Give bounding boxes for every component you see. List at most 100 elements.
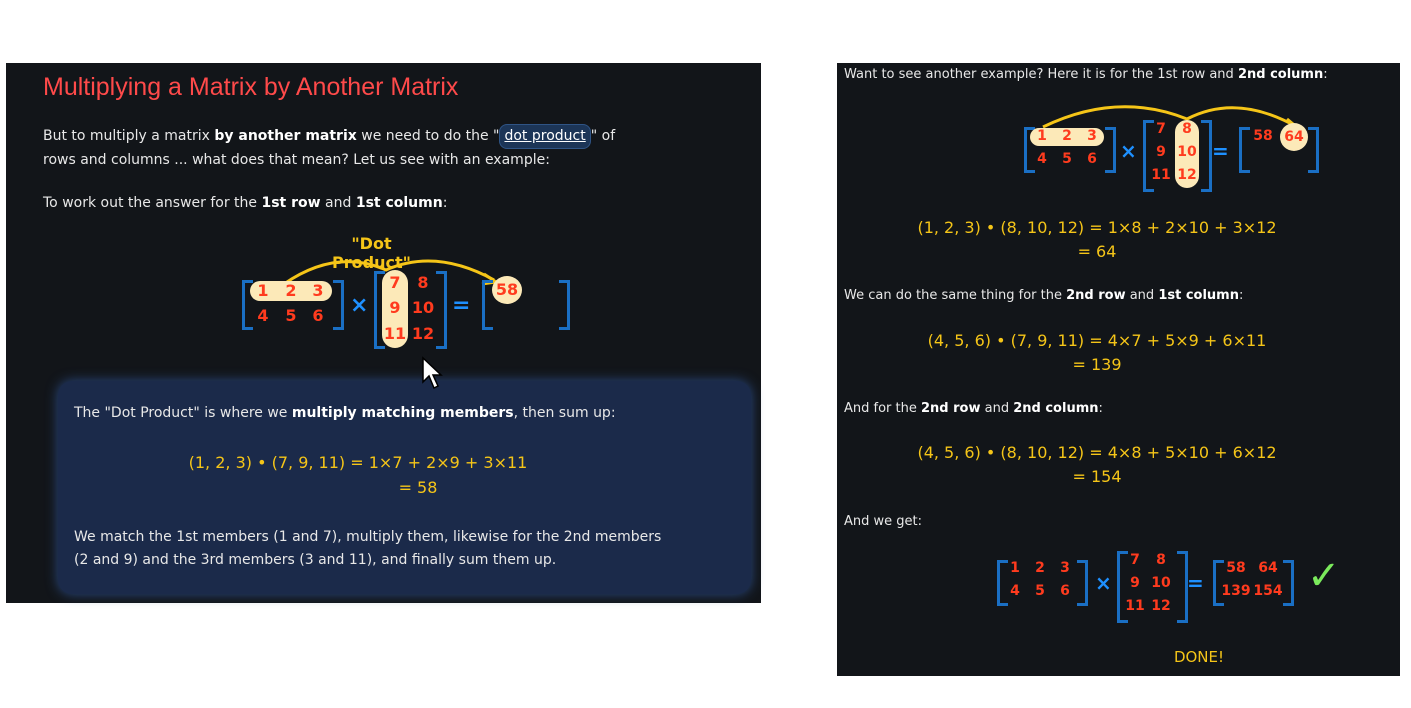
bracket: [1239, 127, 1250, 173]
result-cell: 58: [1253, 128, 1273, 144]
cell: 4: [257, 306, 269, 325]
cell: 2: [1062, 128, 1072, 144]
result-cell: 64: [1280, 123, 1308, 151]
text: rows and columns ... what does that mean…: [43, 152, 550, 168]
equation-result: = 58: [398, 478, 438, 497]
intro-text: But to multiply a matrix by another matr…: [43, 124, 615, 172]
text: we need to do the ": [356, 128, 500, 144]
bold-text: 2nd row: [921, 401, 981, 416]
checkmark-icon: ✓: [1307, 553, 1341, 599]
equation: (4, 5, 6) • (8, 10, 12) = 4×8 + 5×10 + 6…: [917, 443, 1277, 462]
cell: 3: [312, 281, 324, 300]
bold-text: 1st column: [355, 195, 443, 211]
cell: 8: [1156, 552, 1166, 568]
text: Want to see another example? Here it is …: [844, 67, 1238, 82]
work-text: To work out the answer for the 1st row a…: [43, 192, 447, 215]
page-title: Multiplying a Matrix by Another Matrix: [43, 73, 459, 101]
equation-result: = 64: [1077, 242, 1117, 261]
equation: (1, 2, 3) • (7, 9, 11) = 1×7 + 2×9 + 3×1…: [188, 453, 528, 472]
text: , then sum up:: [513, 405, 616, 421]
cell: 5: [1062, 151, 1072, 167]
text: :: [1323, 67, 1328, 82]
text: :: [442, 195, 448, 211]
bracket: [559, 280, 570, 330]
right-panel: Want to see another example? Here it is …: [837, 63, 1400, 676]
done-label: DONE!: [1173, 648, 1225, 666]
cell: 10: [1177, 144, 1197, 160]
bold-text: 1st row: [261, 195, 321, 211]
cell: 9: [1130, 575, 1140, 591]
cell: 3: [1087, 128, 1097, 144]
equation-result: = 154: [1072, 467, 1122, 486]
equals-sign: =: [452, 293, 471, 318]
text: To work out the answer for the: [43, 195, 262, 211]
cell: 6: [1087, 151, 1097, 167]
text: (2 and 9) and the 3rd members (3 and 11)…: [74, 552, 557, 568]
bold-text: 2nd column: [1237, 67, 1324, 82]
cell: 6: [1060, 583, 1070, 599]
bracket: [436, 271, 447, 349]
cell: 11: [1125, 598, 1145, 614]
cell: 4: [1010, 583, 1020, 599]
text: " of: [590, 128, 616, 144]
cell: 3: [1060, 560, 1070, 576]
cell: 9: [1156, 144, 1166, 160]
mouse-cursor-icon: [422, 356, 443, 390]
bold-text: by another matrix: [214, 128, 357, 144]
bracket: [1308, 127, 1319, 173]
result-cell: 139: [1221, 583, 1251, 599]
text: But to multiply a matrix: [43, 128, 215, 144]
cell: 8: [1182, 121, 1192, 137]
dot-product-explanation: The "Dot Product" is where we multiply m…: [58, 381, 751, 594]
cell: 7: [1156, 121, 1166, 137]
cell: 11: [1151, 167, 1171, 183]
bold-text: 1st column: [1158, 288, 1239, 303]
dot-product-link[interactable]: dot product: [499, 124, 591, 149]
equation: (4, 5, 6) • (7, 9, 11) = 4×7 + 5×9 + 6×1…: [927, 331, 1267, 350]
text: :: [1098, 401, 1103, 416]
text: :: [1239, 288, 1244, 303]
cell: 7: [1130, 552, 1140, 568]
cell: 5: [285, 306, 297, 325]
bracket: [333, 280, 344, 330]
cell: 1: [1010, 560, 1020, 576]
equation: (1, 2, 3) • (8, 10, 12) = 1×8 + 2×10 + 3…: [917, 218, 1277, 237]
result-cell: 58: [1226, 560, 1246, 576]
cell: 8: [417, 273, 429, 292]
bold-text: multiply matching members: [291, 405, 514, 421]
cell: 6: [312, 306, 324, 325]
cell: 10: [1151, 575, 1171, 591]
cell: 2: [285, 281, 297, 300]
cell: 12: [411, 324, 435, 343]
equation-result: = 139: [1072, 355, 1122, 374]
cell: 1: [1037, 128, 1047, 144]
text: and: [320, 195, 356, 211]
result-cell: 64: [1258, 560, 1278, 576]
text: We can do the same thing for the: [844, 288, 1067, 303]
times-sign: ×: [1095, 571, 1112, 595]
bracket: [1283, 560, 1294, 606]
text: and: [1125, 288, 1159, 303]
cell: 5: [1035, 583, 1045, 599]
text: The "Dot Product" is where we: [74, 405, 292, 421]
cell: 2: [1035, 560, 1045, 576]
cell: 1: [257, 281, 269, 300]
text: We match the 1st members (1 and 7), mult…: [74, 529, 662, 545]
cell: 4: [1037, 151, 1047, 167]
text: And for the: [844, 401, 921, 416]
cell: 11: [383, 324, 407, 343]
cell: 7: [389, 273, 401, 292]
times-sign: ×: [1120, 139, 1137, 163]
text: and: [980, 401, 1014, 416]
bracket: [1105, 127, 1116, 173]
cell: 12: [1151, 598, 1171, 614]
cell: 12: [1177, 167, 1197, 183]
cell: 9: [389, 298, 401, 317]
text: And we get:: [844, 514, 923, 529]
result-cell: 154: [1253, 583, 1283, 599]
bold-text: 2nd row: [1066, 288, 1126, 303]
equals-sign: =: [1187, 571, 1204, 595]
left-panel: Multiplying a Matrix by Another Matrix B…: [6, 63, 761, 603]
equals-sign: =: [1212, 139, 1229, 163]
bold-text: 2nd column: [1013, 401, 1099, 416]
